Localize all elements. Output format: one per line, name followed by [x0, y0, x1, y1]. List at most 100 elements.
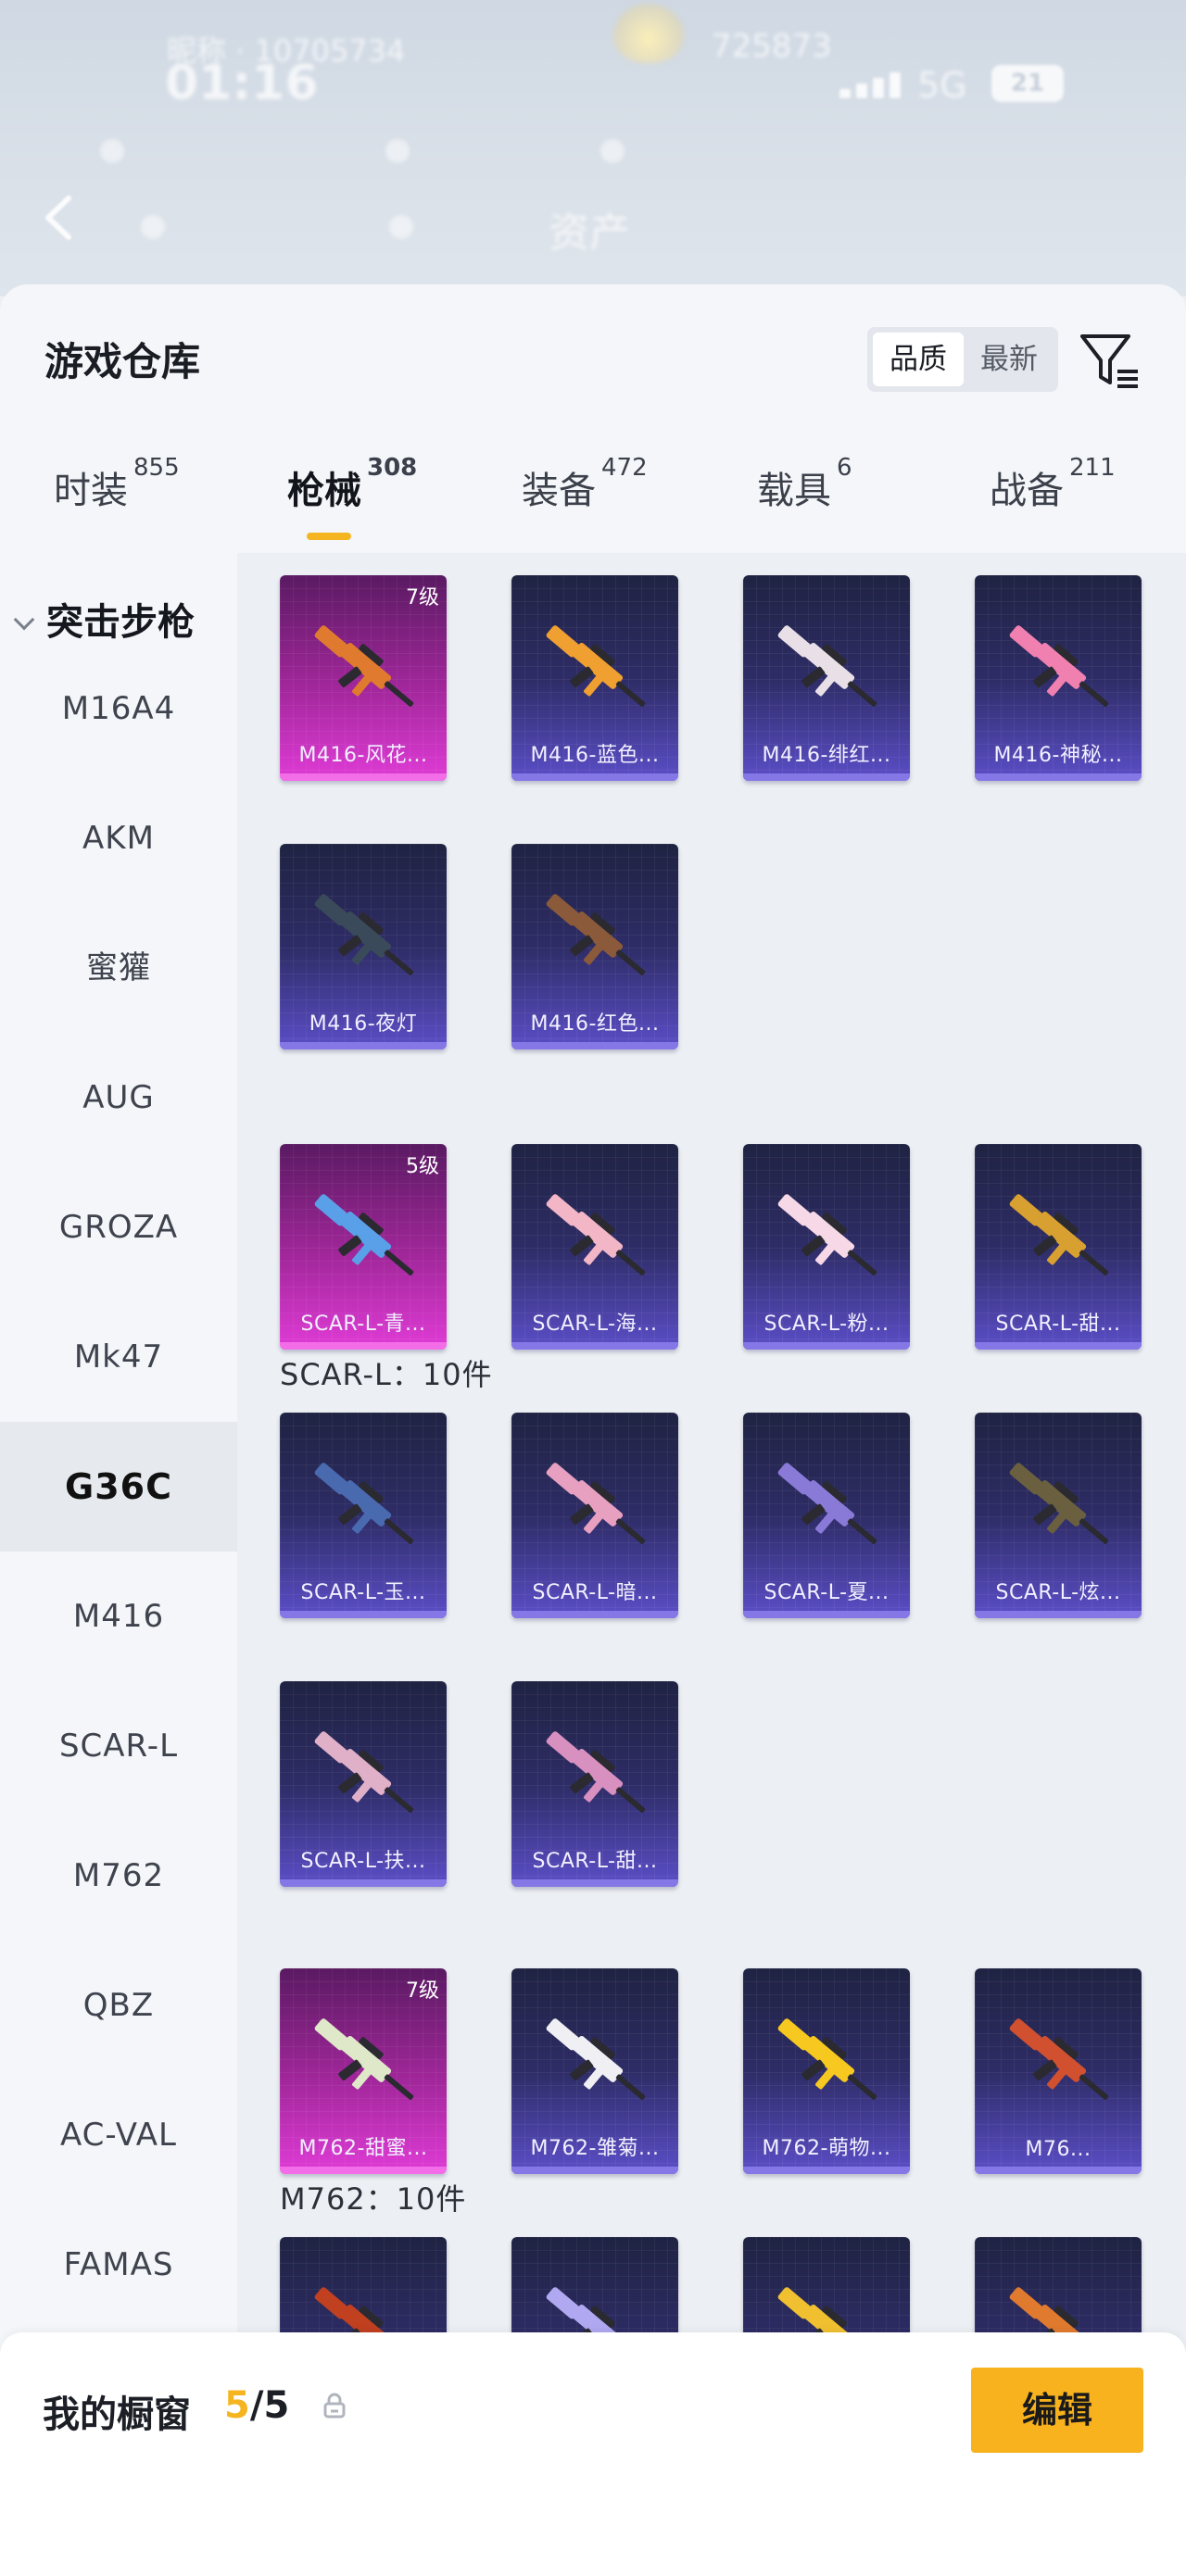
rifle-icon — [546, 2018, 646, 2100]
sidebar-item-m416[interactable]: M416 — [0, 1552, 237, 1681]
rifle-icon — [546, 894, 646, 975]
tab-count: 855 — [133, 453, 180, 482]
weapon-card[interactable]: M762-雏菊... — [511, 1968, 678, 2174]
sort-quality-button[interactable]: 品质 — [873, 333, 964, 386]
weapon-card[interactable]: SCAR-L-扶... — [280, 1681, 447, 1887]
sidebar-item-famas[interactable]: FAMAS — [0, 2200, 237, 2330]
rarity-strip — [280, 773, 447, 781]
rarity-strip — [511, 773, 678, 781]
weapon-card[interactable]: SCAR-L-玉... — [280, 1413, 447, 1618]
sort-newest-button[interactable]: 最新 — [964, 333, 1054, 386]
rarity-strip — [280, 1042, 447, 1049]
rifle-icon — [546, 1194, 646, 1275]
weapon-name: SCAR-L-青... — [300, 1313, 426, 1336]
tab-weapons[interactable]: 枪械308 — [287, 454, 417, 544]
tab-outfits[interactable]: 时装855 — [54, 454, 180, 544]
weapon-card[interactable]: M416-蓝色... — [511, 575, 678, 781]
weapon-name: SCAR-L-甜... — [995, 1313, 1121, 1336]
weapon-card[interactable]: SCAR-L-甜... — [975, 1144, 1142, 1350]
sidebar-item-qbz[interactable]: QBZ — [0, 1941, 237, 2070]
filter-icon[interactable] — [1077, 327, 1145, 396]
edit-button[interactable]: 编辑 — [971, 2368, 1143, 2453]
weapon-name: M416-绯红... — [762, 744, 891, 767]
sidebar-item-mk47[interactable]: Mk47 — [0, 1292, 237, 1422]
weapon-card[interactable]: SCAR-L-炫... — [975, 1413, 1142, 1618]
sidebar-item-scar-l[interactable]: SCAR-L — [0, 1681, 237, 1811]
rifle-icon — [314, 1731, 414, 1813]
status-time: 01:16 — [165, 56, 319, 111]
chevron-down-icon — [13, 609, 35, 631]
rarity-strip — [743, 1342, 910, 1350]
sidebar-item-m762[interactable]: M762 — [0, 1811, 237, 1941]
tab-equipment[interactable]: 装备472 — [522, 454, 648, 544]
weapon-card[interactable]: SCAR-L-粉... — [743, 1144, 910, 1350]
back-arrow-icon[interactable] — [41, 195, 78, 241]
rifle-icon — [314, 1463, 414, 1544]
showcase-total: /5 — [249, 2384, 290, 2427]
weapon-card[interactable]: M76... — [975, 1968, 1142, 2174]
page-title: 资产 — [549, 209, 630, 257]
battery-icon: 21 — [991, 65, 1064, 102]
showcase-bar: 我的橱窗 5/5 编辑 — [0, 2332, 1186, 2576]
sidebar-item-honey-badger[interactable]: 蜜獾 — [0, 903, 237, 1033]
active-tab-indicator — [307, 533, 351, 540]
rifle-icon — [1009, 2018, 1109, 2100]
tab-supplies[interactable]: 战备211 — [990, 454, 1116, 544]
rifle-icon — [777, 2018, 877, 2100]
weapon-card[interactable]: SCAR-L-夏... — [743, 1413, 910, 1618]
sidebar-item-aug[interactable]: AUG — [0, 1033, 237, 1162]
sidebar-item-akm[interactable]: AKM — [0, 773, 237, 903]
weapon-name: SCAR-L-扶... — [300, 1850, 426, 1873]
weapon-name: M76... — [1025, 2138, 1091, 2161]
sidebar-item-m16a4[interactable]: M16A4 — [0, 644, 237, 773]
level-badge: 7级 — [406, 586, 439, 609]
section-label-scar-l: SCAR-L：10件 — [280, 1357, 493, 1392]
rifle-icon — [777, 1194, 877, 1275]
tab-vehicles[interactable]: 载具6 — [757, 454, 852, 544]
weapon-card[interactable]: M416-绯红... — [743, 575, 910, 781]
blurred-header: 昵称 · 10705734 725873 01:16 5G 21 资产 — [0, 0, 1186, 296]
weapon-card[interactable]: M416-红色... — [511, 844, 678, 1049]
rarity-strip — [975, 1342, 1142, 1350]
tab-count: 211 — [1069, 453, 1116, 482]
rarity-strip — [975, 2167, 1142, 2174]
weapon-card[interactable]: 5级 SCAR-L-青... — [280, 1144, 447, 1350]
sort-toggle: 品质 最新 — [867, 327, 1058, 392]
rifle-icon — [546, 1463, 646, 1544]
rarity-strip — [280, 2167, 447, 2174]
sidebar-item-ac-val[interactable]: AC-VAL — [0, 2070, 237, 2200]
tab-count: 472 — [601, 453, 648, 482]
weapon-name: M416-风花... — [298, 744, 428, 767]
weapon-card[interactable]: 7级 M416-风花... — [280, 575, 447, 781]
flame-icon — [613, 4, 684, 63]
weapon-card[interactable]: M762-萌物... — [743, 1968, 910, 2174]
weapon-card[interactable]: M416-神秘... — [975, 575, 1142, 781]
rarity-strip — [511, 1042, 678, 1049]
showcase-current: 5 — [224, 2384, 250, 2427]
weapon-card[interactable]: SCAR-L-海... — [511, 1144, 678, 1350]
rifle-icon — [314, 2018, 414, 2100]
weapon-card[interactable]: M416-夜灯 — [280, 844, 447, 1049]
weapon-card[interactable]: 7级 M762-甜蜜... — [280, 1968, 447, 2174]
rarity-strip — [975, 773, 1142, 781]
rifle-icon — [546, 625, 646, 707]
sidebar-item-g36c[interactable]: G36C — [0, 1422, 237, 1552]
sidebar-heading[interactable]: 突击步枪 — [13, 592, 195, 646]
signal-icon — [839, 70, 904, 98]
rarity-strip — [511, 2167, 678, 2174]
level-badge: 7级 — [406, 1979, 439, 2003]
tab-label: 载具 — [757, 470, 831, 512]
tab-count: 6 — [837, 453, 852, 482]
sidebar-item-groza[interactable]: GROZA — [0, 1162, 237, 1292]
weapon-card[interactable]: SCAR-L-甜... — [511, 1681, 678, 1887]
rifle-icon — [546, 1731, 646, 1813]
weapon-name: M762-甜蜜... — [298, 2137, 428, 2160]
panel-title: 游戏仓库 — [44, 339, 201, 384]
weapon-name: M762-雏菊... — [530, 2137, 660, 2160]
tab-count: 308 — [367, 453, 418, 482]
weapon-name: SCAR-L-炫... — [995, 1581, 1121, 1604]
weapon-card[interactable]: SCAR-L-暗... — [511, 1413, 678, 1618]
rarity-strip — [511, 1611, 678, 1618]
rifle-icon — [1009, 1194, 1109, 1275]
rifle-icon — [777, 625, 877, 707]
